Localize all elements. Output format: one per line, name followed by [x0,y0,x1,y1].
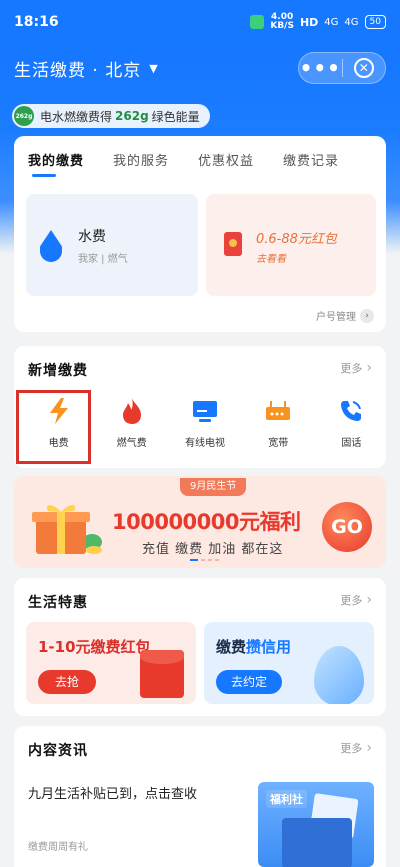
city-dropdown-icon[interactable]: ▼ [149,62,157,75]
red-packet-title: 0.6-88元红包 [256,232,337,247]
battery-icon: 50 [364,15,386,29]
add-payment-more-link[interactable]: 更多 › [340,360,372,376]
carousel-dot [201,559,205,561]
life-deals-card: 生活特惠 更多 › 1-10元缴费红包 去抢 缴费攒信用 去约定 [14,578,386,716]
payments-tabs: 我的缴费 我的服务 优惠权益 缴费记录 [28,150,368,169]
tab-my-services[interactable]: 我的服务 [113,150,198,169]
service-label: 燃气费 [116,438,147,449]
tab-benefits[interactable]: 优惠权益 [198,150,283,169]
nav-bar: 生活缴费 · 北京 ▼ ••• ✕ [0,44,400,92]
appoint-button[interactable]: 去约定 [216,670,282,694]
highlight-box [16,390,91,464]
my-payments-card: 我的缴费 我的服务 优惠权益 缴费记录 水费 我家 | 燃气 0.6-88元红包… [14,136,386,332]
red-envelope-icon [140,650,184,698]
tv-icon [190,396,220,426]
water-bill-sub: 我家 | 燃气 [78,254,128,265]
thumb-tag: 福利社 [266,790,307,808]
deal-title: 缴费攒信用 [216,638,292,656]
hd-indicator: HD [299,15,319,29]
carousel-dot [190,559,198,561]
miniapp-capsule: ••• ✕ [298,52,386,84]
carousel-dot [208,559,212,561]
grab-button[interactable]: 去抢 [38,670,96,694]
water-bill-item[interactable]: 水费 我家 | 燃气 [26,194,198,296]
chevron-right-icon: › [366,360,372,376]
news-card: 内容资讯 更多 › 九月生活补贴已到，点击查收 缴费周周有礼 福利社 [14,726,386,867]
red-packet-icon [224,232,242,256]
close-icon: ✕ [353,58,374,78]
net-speed: 4.00 KB/S [270,12,294,31]
water-bill-title: 水费 [78,229,106,245]
close-button[interactable]: ✕ [343,58,386,78]
tab-payment-records[interactable]: 缴费记录 [283,150,368,169]
service-landline[interactable]: 固话 [317,396,386,449]
service-gas[interactable]: 燃气费 [97,396,166,449]
security-shield-icon [250,15,265,29]
router-icon [263,396,293,426]
add-payment-title: 新增缴费 [28,363,88,379]
life-deals-more-link[interactable]: 更多 › [340,592,372,608]
active-tab-indicator [32,174,56,177]
flame-icon [117,396,147,426]
account-management-label: 户号管理 [316,312,356,323]
account-management-link[interactable]: 户号管理 › [316,308,374,323]
more-menu-button[interactable]: ••• [299,58,342,78]
water-drop-illustration [314,646,364,704]
promo-go-button[interactable]: GO [322,502,372,552]
signal-icon: 4G [324,16,339,28]
chevron-right-icon: › [366,592,372,608]
red-packet-item[interactable]: 0.6-88元红包 去看看 [206,194,376,296]
news-headline[interactable]: 九月生活补贴已到，点击查收 [28,784,238,806]
energy-prefix: 电水燃缴费得 [40,109,113,124]
service-broadband[interactable]: 宽带 [244,396,313,449]
payment-red-packet-deal[interactable]: 1-10元缴费红包 去抢 [26,622,196,704]
credit-deal[interactable]: 缴费攒信用 去约定 [204,622,374,704]
service-label: 固话 [341,438,362,449]
phone-icon [336,396,366,426]
promo-headline: 100000000元福利 [112,510,301,534]
clock: 18:16 [14,14,59,30]
life-deals-title: 生活特惠 [28,595,88,611]
carousel-dots [190,559,219,561]
tab-my-payments[interactable]: 我的缴费 [28,150,113,169]
red-packet-sub: 去看看 [256,254,286,265]
energy-amount: 262g [115,109,149,123]
gift-box-icon [32,505,102,554]
news-thumbnail[interactable]: 福利社 [258,782,374,867]
service-cable-tv[interactable]: 有线电视 [170,396,239,449]
energy-suffix: 绿色能量 [151,109,200,124]
status-bar: 18:16 4.00 KB/S HD 4G 4G 50 [0,0,400,44]
green-energy-badge: 262g [14,106,34,126]
promo-subtitle: 充值 缴费 加油 都在这 [142,542,284,557]
green-energy-banner[interactable]: 262g 电水燃缴费得 262g 绿色能量 [12,104,210,128]
service-label: 宽带 [268,438,289,449]
deal-title: 1-10元缴费红包 [38,638,151,656]
chevron-right-icon: › [366,740,372,756]
chevron-right-icon: › [360,308,374,323]
promo-banner[interactable]: 9月民生节 100000000元福利 充值 缴费 加油 都在这 GO [14,476,386,568]
page-title[interactable]: 生活缴费 · 北京 [14,56,141,81]
box-illustration [282,818,352,867]
news-title: 内容资讯 [28,743,88,759]
carousel-dot [215,559,219,561]
service-label: 有线电视 [185,438,225,449]
signal-icon-2: 4G [344,16,359,28]
water-drop-icon-top [40,230,62,260]
status-icons: 4.00 KB/S HD 4G 4G 50 [250,13,386,31]
news-source: 缴费周周有礼 [28,842,88,853]
promo-tag: 9月民生节 [180,478,247,496]
news-more-link[interactable]: 更多 › [340,740,372,756]
